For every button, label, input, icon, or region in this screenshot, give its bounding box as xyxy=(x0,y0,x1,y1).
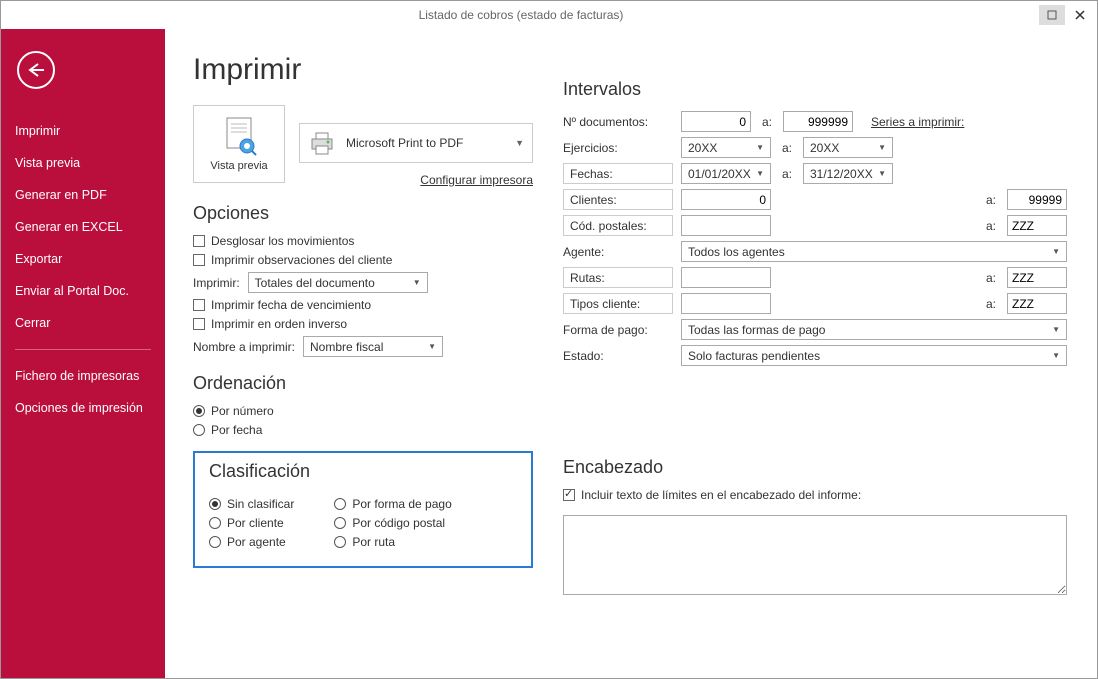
chevron-down-icon: ▼ xyxy=(515,138,524,148)
radio-por-ruta[interactable] xyxy=(334,536,346,548)
radio-por-forma-pago[interactable] xyxy=(334,498,346,510)
estado-combo[interactable]: Solo facturas pendientes▼ xyxy=(681,345,1067,366)
radio-sin-clasificar[interactable] xyxy=(209,498,221,510)
printer-name: Microsoft Print to PDF xyxy=(346,136,463,150)
opciones-heading: Opciones xyxy=(193,203,533,224)
agente-combo[interactable]: Todos los agentes▼ xyxy=(681,241,1067,262)
vista-previa-button[interactable]: Vista previa xyxy=(193,105,285,183)
imprimir-label: Imprimir: xyxy=(193,276,240,290)
estado-label: Estado: xyxy=(563,349,673,363)
radio-por-cp[interactable] xyxy=(334,517,346,529)
chevron-down-icon: ▼ xyxy=(413,278,421,287)
tipos-from-input[interactable] xyxy=(681,293,771,314)
clientes-to-input[interactable] xyxy=(1007,189,1067,210)
chevron-down-icon: ▼ xyxy=(428,342,436,351)
radio-por-agente[interactable] xyxy=(209,536,221,548)
ejercicio-to-combo[interactable]: 20XX▼ xyxy=(803,137,893,158)
chk-orden-inverso[interactable] xyxy=(193,318,205,330)
agente-label: Agente: xyxy=(563,245,673,259)
forma-pago-label: Forma de pago: xyxy=(563,323,673,337)
configurar-impresora-link[interactable]: Configurar impresora xyxy=(420,173,533,187)
chk-incluir-texto-label: Incluir texto de límites en el encabezad… xyxy=(581,488,861,502)
rutas-label[interactable]: Rutas: xyxy=(563,267,673,288)
chk-observaciones[interactable] xyxy=(193,254,205,266)
chk-desglosar-label: Desglosar los movimientos xyxy=(211,234,354,248)
imprimir-combo[interactable]: Totales del documento▼ xyxy=(248,272,428,293)
arrow-left-icon xyxy=(26,62,46,78)
preview-doc-icon xyxy=(221,116,257,156)
tipos-to-input[interactable] xyxy=(1007,293,1067,314)
sidebar-item-generar-excel[interactable]: Generar en EXCEL xyxy=(1,211,165,243)
sidebar-separator xyxy=(15,349,151,350)
chk-desglosar[interactable] xyxy=(193,235,205,247)
page-title: Imprimir xyxy=(193,53,533,87)
sidebar-item-imprimir[interactable]: Imprimir xyxy=(1,115,165,147)
forma-pago-combo[interactable]: Todas las formas de pago▼ xyxy=(681,319,1067,340)
encabezado-textarea[interactable] xyxy=(563,515,1067,595)
radio-por-numero[interactable] xyxy=(193,405,205,417)
sidebar-item-fichero-impresoras[interactable]: Fichero de impresoras xyxy=(1,360,165,392)
fechas-label[interactable]: Fechas: xyxy=(563,163,673,184)
chk-observaciones-label: Imprimir observaciones del cliente xyxy=(211,253,392,267)
chk-fecha-venc[interactable] xyxy=(193,299,205,311)
intervalos-heading: Intervalos xyxy=(563,79,1067,100)
ndoc-to-input[interactable] xyxy=(783,111,853,132)
radio-por-fecha-label: Por fecha xyxy=(211,423,262,437)
vista-previa-label: Vista previa xyxy=(210,160,267,172)
ndoc-label: Nº documentos: xyxy=(563,115,673,129)
chk-fecha-venc-label: Imprimir fecha de vencimiento xyxy=(211,298,371,312)
cp-from-input[interactable] xyxy=(681,215,771,236)
clientes-from-input[interactable] xyxy=(681,189,771,210)
sidebar-item-vista-previa[interactable]: Vista previa xyxy=(1,147,165,179)
back-button[interactable] xyxy=(17,51,55,89)
rutas-to-input[interactable] xyxy=(1007,267,1067,288)
radio-por-numero-label: Por número xyxy=(211,404,274,418)
sidebar-item-generar-pdf[interactable]: Generar en PDF xyxy=(1,179,165,211)
sidebar-item-opciones-impresion[interactable]: Opciones de impresión xyxy=(1,392,165,424)
rutas-from-input[interactable] xyxy=(681,267,771,288)
ndoc-from-input[interactable] xyxy=(681,111,751,132)
nombre-imprimir-label: Nombre a imprimir: xyxy=(193,340,295,354)
radio-por-cliente[interactable] xyxy=(209,517,221,529)
chk-orden-inverso-label: Imprimir en orden inverso xyxy=(211,317,347,331)
cp-label[interactable]: Cód. postales: xyxy=(563,215,673,236)
printer-select[interactable]: Microsoft Print to PDF ▼ xyxy=(299,123,533,163)
printer-icon xyxy=(308,131,336,155)
series-link[interactable]: Series a imprimir: xyxy=(871,115,964,129)
fecha-from-combo[interactable]: 01/01/20XX▼ xyxy=(681,163,771,184)
sidebar-item-cerrar[interactable]: Cerrar xyxy=(1,307,165,339)
title-bar: Listado de cobros (estado de facturas) xyxy=(1,1,1097,29)
clientes-label[interactable]: Clientes: xyxy=(563,189,673,210)
maximize-button[interactable] xyxy=(1039,5,1065,25)
cp-to-input[interactable] xyxy=(1007,215,1067,236)
sidebar-item-enviar-portal[interactable]: Enviar al Portal Doc. xyxy=(1,275,165,307)
radio-por-fecha[interactable] xyxy=(193,424,205,436)
encabezado-heading: Encabezado xyxy=(563,457,1067,478)
chk-incluir-texto[interactable] xyxy=(563,489,575,501)
ejercicios-label: Ejercicios: xyxy=(563,141,673,155)
window-title: Listado de cobros (estado de facturas) xyxy=(5,8,1037,22)
clasificacion-box: Clasificación Sin clasificar Por cliente… xyxy=(193,451,533,568)
fecha-to-combo[interactable]: 31/12/20XX▼ xyxy=(803,163,893,184)
tipos-label[interactable]: Tipos cliente: xyxy=(563,293,673,314)
sidebar: Imprimir Vista previa Generar en PDF Gen… xyxy=(1,29,165,678)
sidebar-item-exportar[interactable]: Exportar xyxy=(1,243,165,275)
ordenacion-heading: Ordenación xyxy=(193,373,533,394)
nombre-imprimir-combo[interactable]: Nombre fiscal▼ xyxy=(303,336,443,357)
close-button[interactable] xyxy=(1067,5,1093,25)
clasificacion-heading: Clasificación xyxy=(209,461,517,482)
ejercicio-from-combo[interactable]: 20XX▼ xyxy=(681,137,771,158)
